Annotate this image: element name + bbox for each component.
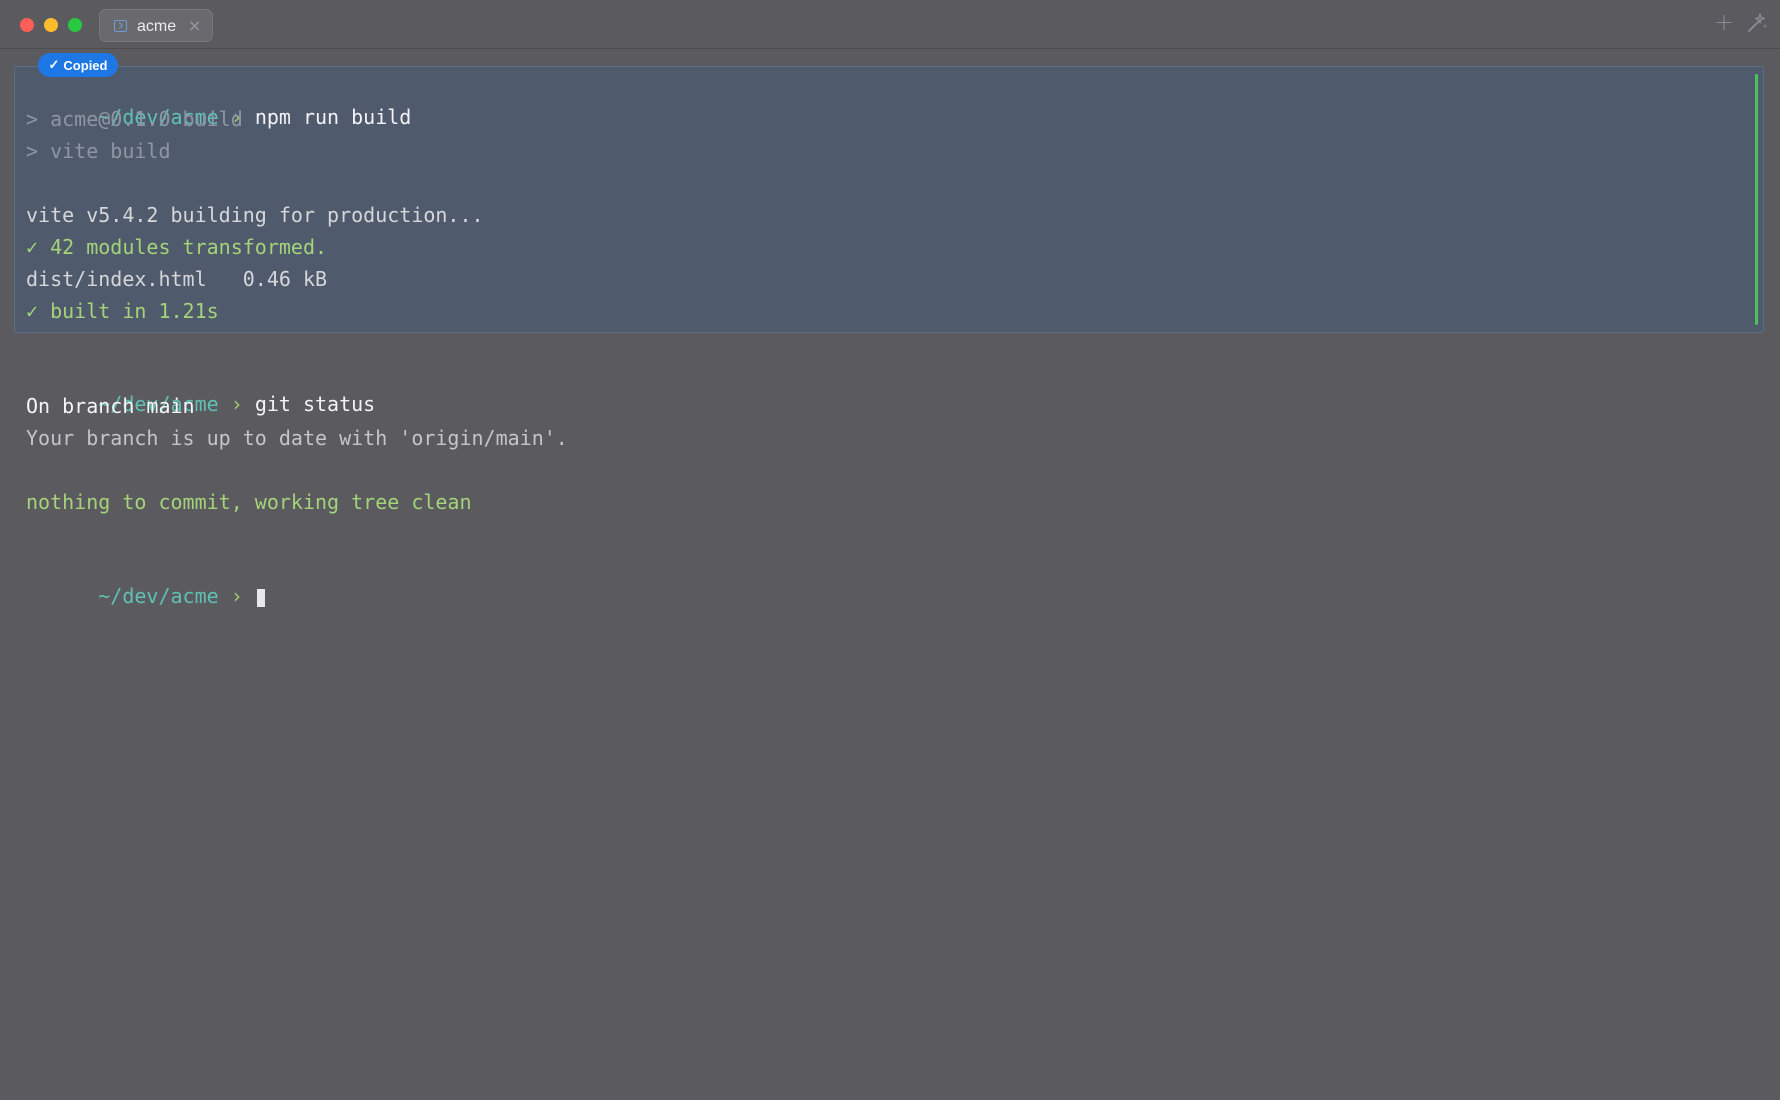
output-line: Your branch is up to date with 'origin/m…	[26, 426, 568, 450]
command-text: npm run build	[254, 105, 412, 129]
prompt-line: ~/dev/acme › git status	[26, 359, 375, 416]
output-line: On branch main	[26, 394, 195, 418]
close-window-button[interactable]	[20, 18, 34, 32]
tab-acme[interactable]: acme ×	[99, 9, 213, 42]
terminal-icon	[114, 20, 127, 32]
output-line: ✓ 42 modules transformed.	[26, 235, 328, 259]
output-line: dist/index.html 0.46 kB	[26, 267, 328, 291]
text-cursor	[256, 588, 265, 607]
output-line: nothing to commit, working tree clean	[26, 490, 472, 514]
output-line: > vite build	[26, 139, 171, 163]
active-prompt-line[interactable]: ~/dev/acme ›	[26, 551, 265, 608]
output-line: ✓ built in 1.21s	[26, 299, 219, 323]
terminal-window: acme × + ✓ Copied ~/dev/acme › npm run b…	[0, 0, 1780, 1100]
tab-close-icon[interactable]: ×	[188, 16, 201, 35]
maximize-window-button[interactable]	[68, 18, 82, 32]
terminal-output[interactable]: ✓ Copied ~/dev/acme › npm run build > ac…	[0, 50, 1780, 1100]
new-tab-button[interactable]: +	[1714, 8, 1734, 36]
check-icon: ✓	[48, 57, 60, 72]
block-status-bar	[1755, 74, 1758, 325]
prompt-line: ~/dev/acme › npm run build	[26, 72, 411, 129]
copied-label: Copied	[63, 57, 108, 73]
minimize-window-button[interactable]	[44, 18, 58, 32]
command-text: git status	[254, 392, 376, 416]
output-line: vite v5.4.2 building for production...	[26, 203, 484, 227]
tab-label: acme	[137, 18, 177, 35]
sparkle-icon[interactable]	[1746, 12, 1768, 34]
prompt-arrow: ›	[230, 392, 243, 416]
prompt-path: ~/dev/acme	[98, 584, 219, 608]
output-line: > acme@0.1.0 build	[26, 107, 243, 131]
title-bar: acme × +	[0, 0, 1780, 49]
prompt-arrow: ›	[230, 584, 243, 608]
